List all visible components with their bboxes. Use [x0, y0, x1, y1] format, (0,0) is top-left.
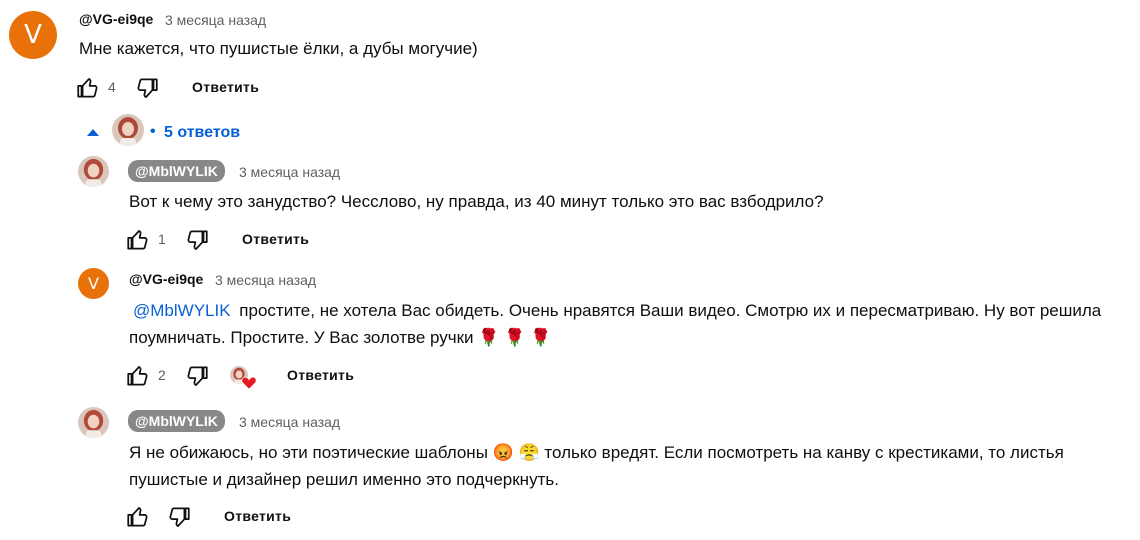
mention-link[interactable]: @MblWYLIK — [133, 301, 231, 320]
comment-author-badge[interactable]: @MblWYLIK — [128, 160, 225, 182]
reply-button[interactable]: Ответить — [192, 79, 259, 95]
comment-text: Вот к чему это занудство? Чесслово, ну п… — [129, 192, 824, 211]
comment-author[interactable]: @VG-ei9qe — [79, 11, 153, 27]
replies-bullet: • — [150, 123, 156, 140]
thumbs-down-icon — [169, 507, 190, 527]
thumbs-up-icon — [127, 230, 148, 250]
dislike-button[interactable] — [184, 227, 210, 253]
caret-up-icon — [87, 129, 99, 136]
comment-text-line: пушистые и дизайнер решил именно это под… — [129, 470, 559, 489]
thumbs-up-icon — [127, 507, 148, 527]
thumbs-down-icon — [187, 230, 208, 250]
like-count: 2 — [158, 367, 166, 383]
reply-button[interactable]: Ответить — [287, 367, 354, 383]
like-button[interactable] — [75, 75, 101, 101]
like-button[interactable] — [125, 504, 151, 530]
heart-icon — [241, 376, 257, 390]
reply-button[interactable]: Ответить — [242, 231, 309, 247]
thumbs-down-icon — [187, 366, 208, 386]
creator-heart — [230, 366, 258, 390]
like-button[interactable] — [125, 363, 151, 389]
comment-timestamp[interactable]: 3 месяца назад — [239, 414, 340, 430]
like-count: 4 — [108, 79, 116, 95]
avatar[interactable]: V — [78, 268, 109, 299]
comment-text-line: поумничать. Простите. У Вас золотве ручк… — [129, 328, 552, 347]
comment-timestamp[interactable]: 3 месяца назад — [239, 164, 340, 180]
thumbs-up-icon — [127, 366, 148, 386]
avatar[interactable] — [78, 407, 109, 438]
thumbs-down-icon — [137, 78, 158, 98]
comment-text-line: Я не обижаюсь, но эти поэтические шаблон… — [129, 443, 1064, 462]
avatar[interactable]: V — [9, 11, 57, 59]
comment-timestamp[interactable]: 3 месяца назад — [215, 272, 316, 288]
avatar[interactable] — [78, 156, 109, 187]
comment-timestamp[interactable]: 3 месяца назад — [165, 12, 266, 28]
comment-text: Я не обижаюсь, но эти поэтические шаблон… — [129, 439, 1134, 493]
dislike-button[interactable] — [166, 504, 192, 530]
comment-text: @MblWYLIK простите, не хотела Вас обидет… — [129, 297, 1134, 351]
comment-author[interactable]: @VG-ei9qe — [129, 271, 203, 287]
comment-text-line: простите, не хотела Вас обидеть. Очень н… — [239, 301, 1102, 320]
dislike-button[interactable] — [184, 363, 210, 389]
comment-text: Мне кажется, что пушистые ёлки, а дубы м… — [79, 39, 478, 58]
reply-author-avatar — [112, 114, 144, 146]
reply-button[interactable]: Ответить — [224, 508, 291, 524]
dislike-button[interactable] — [134, 75, 160, 101]
like-count: 1 — [158, 231, 166, 247]
like-button[interactable] — [125, 227, 151, 253]
replies-count-label[interactable]: 5 ответов — [164, 124, 240, 142]
replies-toggle[interactable]: • 5 ответов — [84, 114, 264, 148]
thumbs-up-icon — [77, 78, 98, 98]
comment-author-badge[interactable]: @MblWYLIK — [128, 410, 225, 432]
